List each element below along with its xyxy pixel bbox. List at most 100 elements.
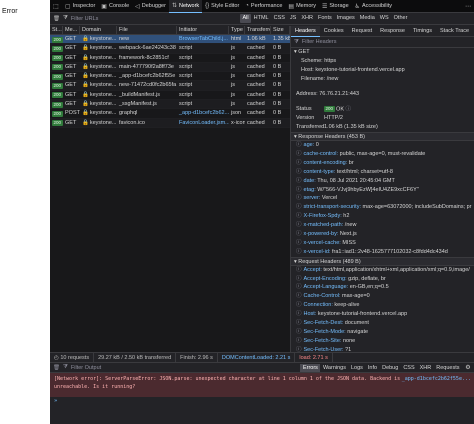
- console-filter-info[interactable]: Info: [365, 364, 379, 372]
- tool-tab-performance[interactable]: ◔ Performance: [242, 0, 285, 13]
- help-icon[interactable]: ⓘ: [296, 293, 302, 299]
- filter-headers-placeholder: Filter Headers: [301, 39, 337, 45]
- help-icon[interactable]: ⓘ: [296, 276, 302, 282]
- initiator-cell[interactable]: FaviconLoader.jsm...: [177, 119, 229, 127]
- tab-request[interactable]: Request: [348, 26, 377, 37]
- column-header[interactable]: Me...: [63, 26, 80, 34]
- column-header[interactable]: St...: [50, 26, 63, 34]
- console-filter-xhr[interactable]: XHR: [417, 364, 434, 372]
- type-filter-xhr[interactable]: XHR: [299, 14, 316, 23]
- tab-response[interactable]: Response: [376, 26, 409, 37]
- column-header[interactable]: Type: [229, 26, 245, 34]
- help-icon[interactable]: ⓘ: [296, 284, 302, 290]
- tab-cookies[interactable]: Cookies: [320, 26, 348, 37]
- tool-tab-network[interactable]: ⇅ Network: [168, 0, 203, 13]
- help-icon[interactable]: ⓘ: [296, 213, 302, 219]
- type-filter-all[interactable]: All: [240, 14, 252, 23]
- table-row[interactable]: 200 GET 🔒keystone... new-71472cd0fc2b65fa sc…: [50, 81, 290, 91]
- filter-urls-input[interactable]: 🗑 ⧩ Filter URLs: [50, 13, 240, 25]
- help-icon[interactable]: ⓘ: [296, 240, 302, 246]
- column-header[interactable]: Domain: [80, 26, 117, 34]
- column-header[interactable]: Size: [271, 26, 290, 34]
- tool-tab-debugger[interactable]: ◁ Debugger: [132, 0, 169, 13]
- tab-stack-trace[interactable]: Stack Trace: [436, 26, 473, 37]
- help-icon[interactable]: ⓘ: [296, 329, 302, 335]
- type-filter-other[interactable]: Other: [391, 14, 410, 23]
- filter-output-input[interactable]: 🗑 ⧩ Filter Output: [50, 364, 300, 371]
- table-row[interactable]: 200 GET 🔒keystone... framework-8c2851cf scri…: [50, 54, 290, 63]
- header-row: ⓘ Sec-Fetch-Mode: navigate: [291, 328, 474, 337]
- help-icon[interactable]: ⓘ: [296, 160, 302, 166]
- help-icon[interactable]: ⓘ: [296, 231, 302, 237]
- tab-timings[interactable]: Timings: [409, 26, 436, 37]
- tool-tab-memory[interactable]: ▤ Memory: [285, 0, 319, 13]
- help-icon[interactable]: ⓘ: [296, 338, 302, 344]
- size-cell: 0 B: [273, 73, 282, 80]
- request-line[interactable]: ▾ GET: [291, 48, 474, 57]
- trash-icon[interactable]: 🗑: [53, 16, 60, 22]
- header-name: strict-transport-security:: [303, 204, 361, 211]
- file-cell: framework-8c2851cf: [119, 54, 169, 61]
- tool-tab-console[interactable]: ▣ Console: [98, 0, 132, 13]
- error-source-link[interactable]: _app-d1bcefc2b62f55e...: [402, 375, 471, 383]
- response-headers-section[interactable]: ▾ Response Headers (453 B): [291, 132, 474, 142]
- console-filter-css[interactable]: CSS: [401, 364, 417, 372]
- console-filter-requests[interactable]: Requests: [434, 364, 462, 372]
- help-icon[interactable]: ⓘ: [346, 106, 352, 112]
- tab-headers[interactable]: Headers: [291, 26, 320, 37]
- tool-tab-accessibility[interactable]: ♿ Accessibility: [352, 0, 395, 13]
- console-input[interactable]: »: [50, 397, 474, 406]
- type-filter-media[interactable]: Media: [357, 14, 377, 23]
- initiator-cell[interactable]: _app-d1bcefc2b62...: [177, 109, 229, 117]
- tool-tab-inspector[interactable]: ▢ Inspector: [62, 0, 98, 13]
- domain-text: keystone...: [89, 36, 117, 42]
- help-icon[interactable]: ⓘ: [296, 151, 302, 157]
- request-headers-section[interactable]: ▾ Request Headers (489 B): [291, 256, 474, 266]
- table-row[interactable]: 200 GET 🔒keystone... favicon.ico FaviconLoad…: [50, 118, 290, 128]
- initiator-cell[interactable]: BrowserTabChild.j...: [177, 35, 229, 43]
- help-icon[interactable]: ⓘ: [296, 249, 302, 255]
- table-row[interactable]: 200 GET 🔒keystone... new BrowserTabChild.j..…: [50, 35, 290, 45]
- column-header[interactable]: File: [117, 26, 177, 34]
- tool-tab-storage[interactable]: ☰ Storage: [319, 0, 352, 13]
- type-filter-js[interactable]: JS: [287, 14, 298, 23]
- error-text-line-2: unreachable. Is it running?: [54, 384, 136, 390]
- help-icon[interactable]: ⓘ: [296, 187, 302, 193]
- table-row[interactable]: 200 GET 🔒keystone... _ssgManifest.js script j…: [50, 100, 290, 110]
- type-filter-images[interactable]: Images: [334, 14, 357, 23]
- help-icon[interactable]: ⓘ: [296, 195, 302, 201]
- type-filter-html[interactable]: HTML: [251, 14, 271, 23]
- more-icon[interactable]: ⋯: [462, 0, 474, 12]
- help-icon[interactable]: ⓘ: [296, 204, 302, 210]
- column-header[interactable]: Initiator: [177, 26, 229, 34]
- help-icon[interactable]: ⓘ: [296, 222, 302, 228]
- console-filter-debug[interactable]: Debug: [380, 364, 401, 372]
- help-icon[interactable]: ⓘ: [296, 178, 302, 184]
- trash-icon[interactable]: 🗑: [53, 365, 60, 371]
- help-icon[interactable]: ⓘ: [296, 142, 302, 148]
- type-filter-css[interactable]: CSS: [271, 14, 287, 23]
- settings-icon[interactable]: ⚙: [462, 362, 474, 374]
- console-filter-logs[interactable]: Logs: [348, 364, 365, 372]
- type-filter-fonts[interactable]: Fonts: [315, 14, 334, 23]
- table-row[interactable]: 200 GET 🔒keystone... _buildManifest.js scrip…: [50, 91, 290, 101]
- table-row[interactable]: 200 GET 🔒keystone... main-477790f2a8ff73e sc…: [50, 62, 290, 73]
- type-filter-ws[interactable]: WS: [377, 14, 391, 23]
- help-icon[interactable]: ⓘ: [296, 320, 302, 326]
- tool-tab-style-editor[interactable]: {} Style Editor: [202, 0, 242, 13]
- table-row[interactable]: 200 GET 🔒keystone... _app-d1bcefc2b62f55e sc…: [50, 72, 290, 82]
- help-icon[interactable]: ⓘ: [296, 169, 302, 175]
- performance-icon: ◔: [245, 3, 249, 9]
- help-icon[interactable]: ⓘ: [296, 267, 302, 273]
- column-header[interactable]: Transferred: [245, 26, 271, 34]
- console-filter-errors[interactable]: Errors: [300, 363, 321, 372]
- table-row[interactable]: 200 GET 🔒keystone... webpack-6ae24243c38 scr…: [50, 44, 290, 54]
- console-filter-warnings[interactable]: Warnings: [320, 364, 348, 372]
- filter-headers-input[interactable]: ⧩ Filter Headers: [291, 37, 474, 48]
- pick-element-icon[interactable]: ⬚: [50, 0, 62, 12]
- header-value: 0: [315, 142, 319, 149]
- help-icon[interactable]: ⓘ: [296, 311, 302, 317]
- header-row: ⓘ strict-transport-security: max-age=6307…: [291, 203, 474, 212]
- help-icon[interactable]: ⓘ: [296, 302, 302, 308]
- table-row[interactable]: 200 POST 🔒keystone... graphql _app-d1bcefc2b…: [50, 109, 290, 119]
